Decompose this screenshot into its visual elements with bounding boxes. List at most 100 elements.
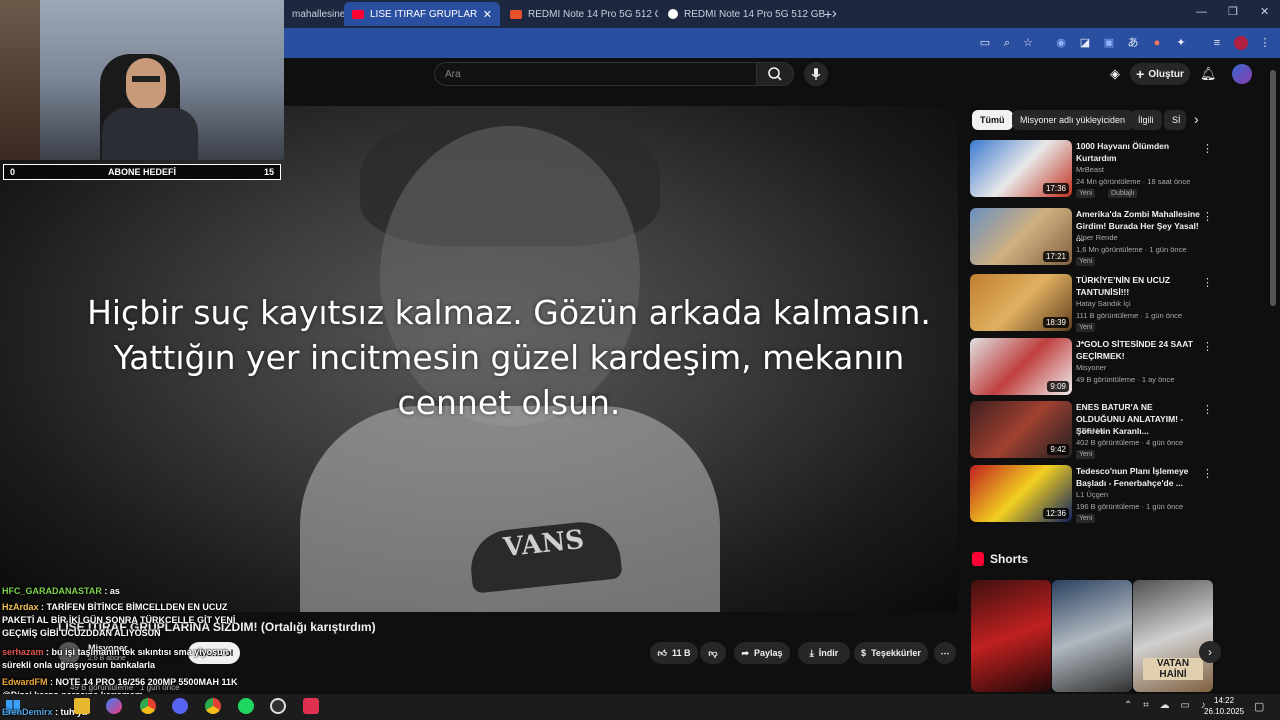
voice-search-button[interactable] [804, 62, 828, 86]
recommendation-channel: Alper Rende [1076, 233, 1118, 242]
translate-icon[interactable]: あ [1126, 36, 1140, 50]
create-button[interactable]: + Oluştur [1130, 63, 1190, 85]
menu-icon[interactable]: ⋮ [1258, 36, 1272, 50]
bookmark-star-icon[interactable]: ☆ [1021, 36, 1035, 50]
dislike-button[interactable]: 👎︎ [700, 642, 726, 664]
chip-all[interactable]: Tümü [972, 110, 1013, 130]
tab-redmi-2[interactable]: REDMI Note 14 Pro 5G 512 GB ✕ [660, 2, 836, 26]
profile-avatar[interactable] [1234, 36, 1248, 50]
more-options-icon[interactable]: ⋮ [1202, 403, 1213, 416]
recommendation-item[interactable]: 12:36 Tedesco'nun Planı İşlemeye Başladı… [970, 465, 1220, 525]
dubbed-badge: Dublajlı [1108, 189, 1138, 198]
download-button[interactable]: ⤓ İndir [798, 642, 850, 664]
recommendation-meta: 402 B görüntüleme · 4 gün önce [1076, 438, 1184, 447]
recommendation-channel: Misyoner [1076, 363, 1107, 372]
chip-more[interactable]: Sİ [1164, 110, 1186, 130]
video-duration: 9:42 [1047, 444, 1069, 455]
recommendation-item[interactable]: 9:09 J*GOLO SİTESİNDE 24 SAAT GEÇİRMEK! … [970, 338, 1220, 398]
recommendation-item[interactable]: 17:21 Amerika'da Zombi Mahallesine Girdi… [970, 208, 1220, 268]
tab-mahalle[interactable]: mahallesine ✕ [284, 2, 344, 26]
more-options-icon[interactable]: ⋮ [1202, 276, 1213, 289]
new-tab-icon[interactable]: + [824, 6, 832, 22]
restore-icon[interactable]: ❐ [1228, 5, 1238, 18]
zoom-icon[interactable]: ⌕ [1000, 36, 1014, 50]
discord-icon[interactable] [172, 698, 188, 714]
more-icon: ⋯ [940, 647, 950, 658]
video-thumbnail: 9:42 [970, 401, 1072, 458]
webcam-shirt [102, 108, 198, 160]
recommendation-title: J*GOLO SİTESİNDE 24 SAAT GEÇİRMEK! [1076, 339, 1193, 361]
account-avatar[interactable] [1232, 64, 1252, 84]
obs-icon[interactable] [270, 698, 286, 714]
short-card[interactable] [1052, 580, 1132, 692]
spotify-icon[interactable] [238, 698, 254, 714]
tray-icons[interactable]: ⌃ ⌗ ☁ ▭ ♪ [1124, 700, 1210, 711]
extension-icon[interactable]: ▣ [1102, 36, 1116, 50]
chevron-right-icon[interactable]: › [1199, 641, 1221, 663]
notification-icon[interactable]: ▢ [1254, 700, 1264, 713]
thumbs-up-icon: 👍︎ [657, 647, 667, 658]
download-icon: ⤓ [809, 647, 814, 658]
microphone-icon [811, 68, 821, 80]
recommendation-item[interactable]: 9:42 ENES BATUR'A NE OLDUĞUNU ANLATAYIM!… [970, 401, 1220, 461]
minimize-icon[interactable]: — [1196, 6, 1207, 18]
thumbs-down-icon: 👎︎ [708, 647, 718, 658]
share-button[interactable]: ➦ Paylaş [734, 642, 790, 664]
recommendation-item[interactable]: 18:39 TÜRKİYE'NİN EN UCUZ TANTUNİSİ!!! H… [970, 274, 1220, 334]
more-options-icon[interactable]: ⋮ [1202, 142, 1213, 155]
app-x-icon[interactable] [303, 698, 319, 714]
clock-time: 14:22 [1214, 696, 1235, 705]
more-options-icon[interactable]: ⋮ [1202, 340, 1213, 353]
video-subtitle: Hiçbir suç kayıtsız kalmaz. Gözün arkada… [87, 293, 931, 422]
streamer-webcam [0, 0, 284, 160]
recommendation-item[interactable]: 17:36 1000 Hayvanı Ölümden Kurtardım MrB… [970, 140, 1220, 200]
new-badge: Yeni [1076, 189, 1096, 198]
recommendation-meta: 24 Mn görüntüleme · 18 saat önce [1076, 177, 1191, 186]
shorts-heading: Shorts [990, 552, 1029, 566]
webcam-head [126, 58, 166, 110]
cast-icon[interactable]: ▭ [978, 36, 992, 50]
recommendation-channel: MrBeast [1076, 165, 1104, 174]
more-options-icon[interactable]: ⋮ [1202, 210, 1213, 223]
puzzle-icon[interactable]: ✦ [1174, 36, 1188, 50]
clock-date: 26.10.2025 [1204, 707, 1245, 716]
recommendation-channel: L1 Üçgen [1076, 490, 1109, 499]
window-close-icon[interactable]: ✕ [1260, 5, 1269, 18]
tab-redmi-1[interactable]: REDMI Note 14 Pro 5G 512 GB ✕ [502, 2, 658, 26]
reading-list-icon[interactable]: ≡ [1210, 36, 1224, 50]
chip-related[interactable]: İlgili [1130, 110, 1162, 130]
chip-uploader[interactable]: Misyoner adlı yükleyiciden [1012, 110, 1134, 130]
recommendation-channel: Hatay Sandık İçi [1076, 299, 1131, 308]
explorer-icon[interactable] [74, 698, 90, 714]
extension-icon[interactable]: ● [1150, 36, 1164, 50]
recommendation-title: 1000 Hayvanı Ölümden Kurtardım [1076, 141, 1170, 163]
search-button[interactable] [756, 62, 794, 86]
recommendation-meta: 196 B görüntüleme · 1 gün önce [1076, 502, 1184, 511]
thanks-button[interactable]: $ Teşekkürler [854, 642, 928, 664]
tab-label: REDMI Note 14 Pro 5G 512 GB [528, 8, 658, 20]
chrome-icon[interactable] [140, 698, 156, 714]
close-icon[interactable]: ✕ [477, 8, 492, 21]
tab-active-video[interactable]: LİSE İTİRAF GRUPLARINA SIZDIM! ✕ [344, 2, 500, 26]
chevron-right-icon[interactable]: › [1194, 111, 1199, 127]
more-options-icon[interactable]: ⋮ [1202, 467, 1213, 480]
chat-message: serhazam : bu işi taşımanın tek sıkıntıs… [2, 646, 242, 672]
search-input[interactable]: Ara [434, 62, 756, 86]
extension-icon[interactable]: ◪ [1078, 36, 1092, 50]
chat-user: HzArdax [2, 602, 39, 612]
extension-icon[interactable]: ◉ [1054, 36, 1068, 50]
video-thumbnail: 17:21 [970, 208, 1072, 265]
chat-message: HzArdax : TARİFEN BİTİNCE BİMCELLDEN EN … [2, 601, 242, 640]
new-badge: Yeni [1076, 450, 1096, 459]
chrome-icon[interactable] [205, 698, 221, 714]
like-button[interactable]: 👍︎ 11 B [650, 642, 698, 664]
short-card[interactable]: VATAN HAİNİ [1133, 580, 1213, 692]
cast-icon[interactable]: ◈ [1110, 66, 1120, 82]
video-duration: 9:09 [1047, 381, 1069, 392]
page-scrollbar[interactable] [1270, 70, 1276, 306]
goal-target: 15 [263, 167, 274, 177]
app-icon[interactable] [106, 698, 122, 714]
more-actions-button[interactable]: ⋯ [934, 642, 956, 664]
notifications-bell-icon[interactable]: 🔔︎ [1200, 66, 1217, 82]
short-card[interactable] [971, 580, 1051, 692]
